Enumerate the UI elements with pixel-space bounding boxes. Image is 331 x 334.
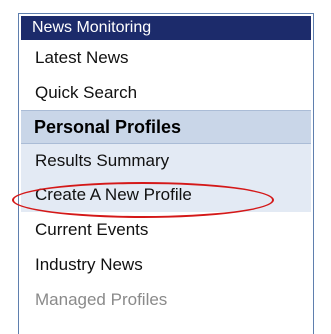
section-title-personal-profiles[interactable]: Personal Profiles [21,110,311,144]
news-monitoring-menu: News Monitoring Latest News Quick Search… [18,13,314,334]
menu-item-results-summary[interactable]: Results Summary [21,144,311,178]
menu-item-industry-news[interactable]: Industry News [19,247,313,282]
personal-profiles-section: Personal Profiles Results Summary Create… [21,110,311,212]
menu-item-managed-profiles: Managed Profiles [35,290,168,309]
menu-item-quick-search[interactable]: Quick Search [19,75,313,110]
menu-title: News Monitoring [21,16,311,40]
menu-item-create-new-profile[interactable]: Create A New Profile [21,178,311,212]
menu-item-latest-news[interactable]: Latest News [19,40,313,75]
menu-item-current-events[interactable]: Current Events [19,212,313,247]
